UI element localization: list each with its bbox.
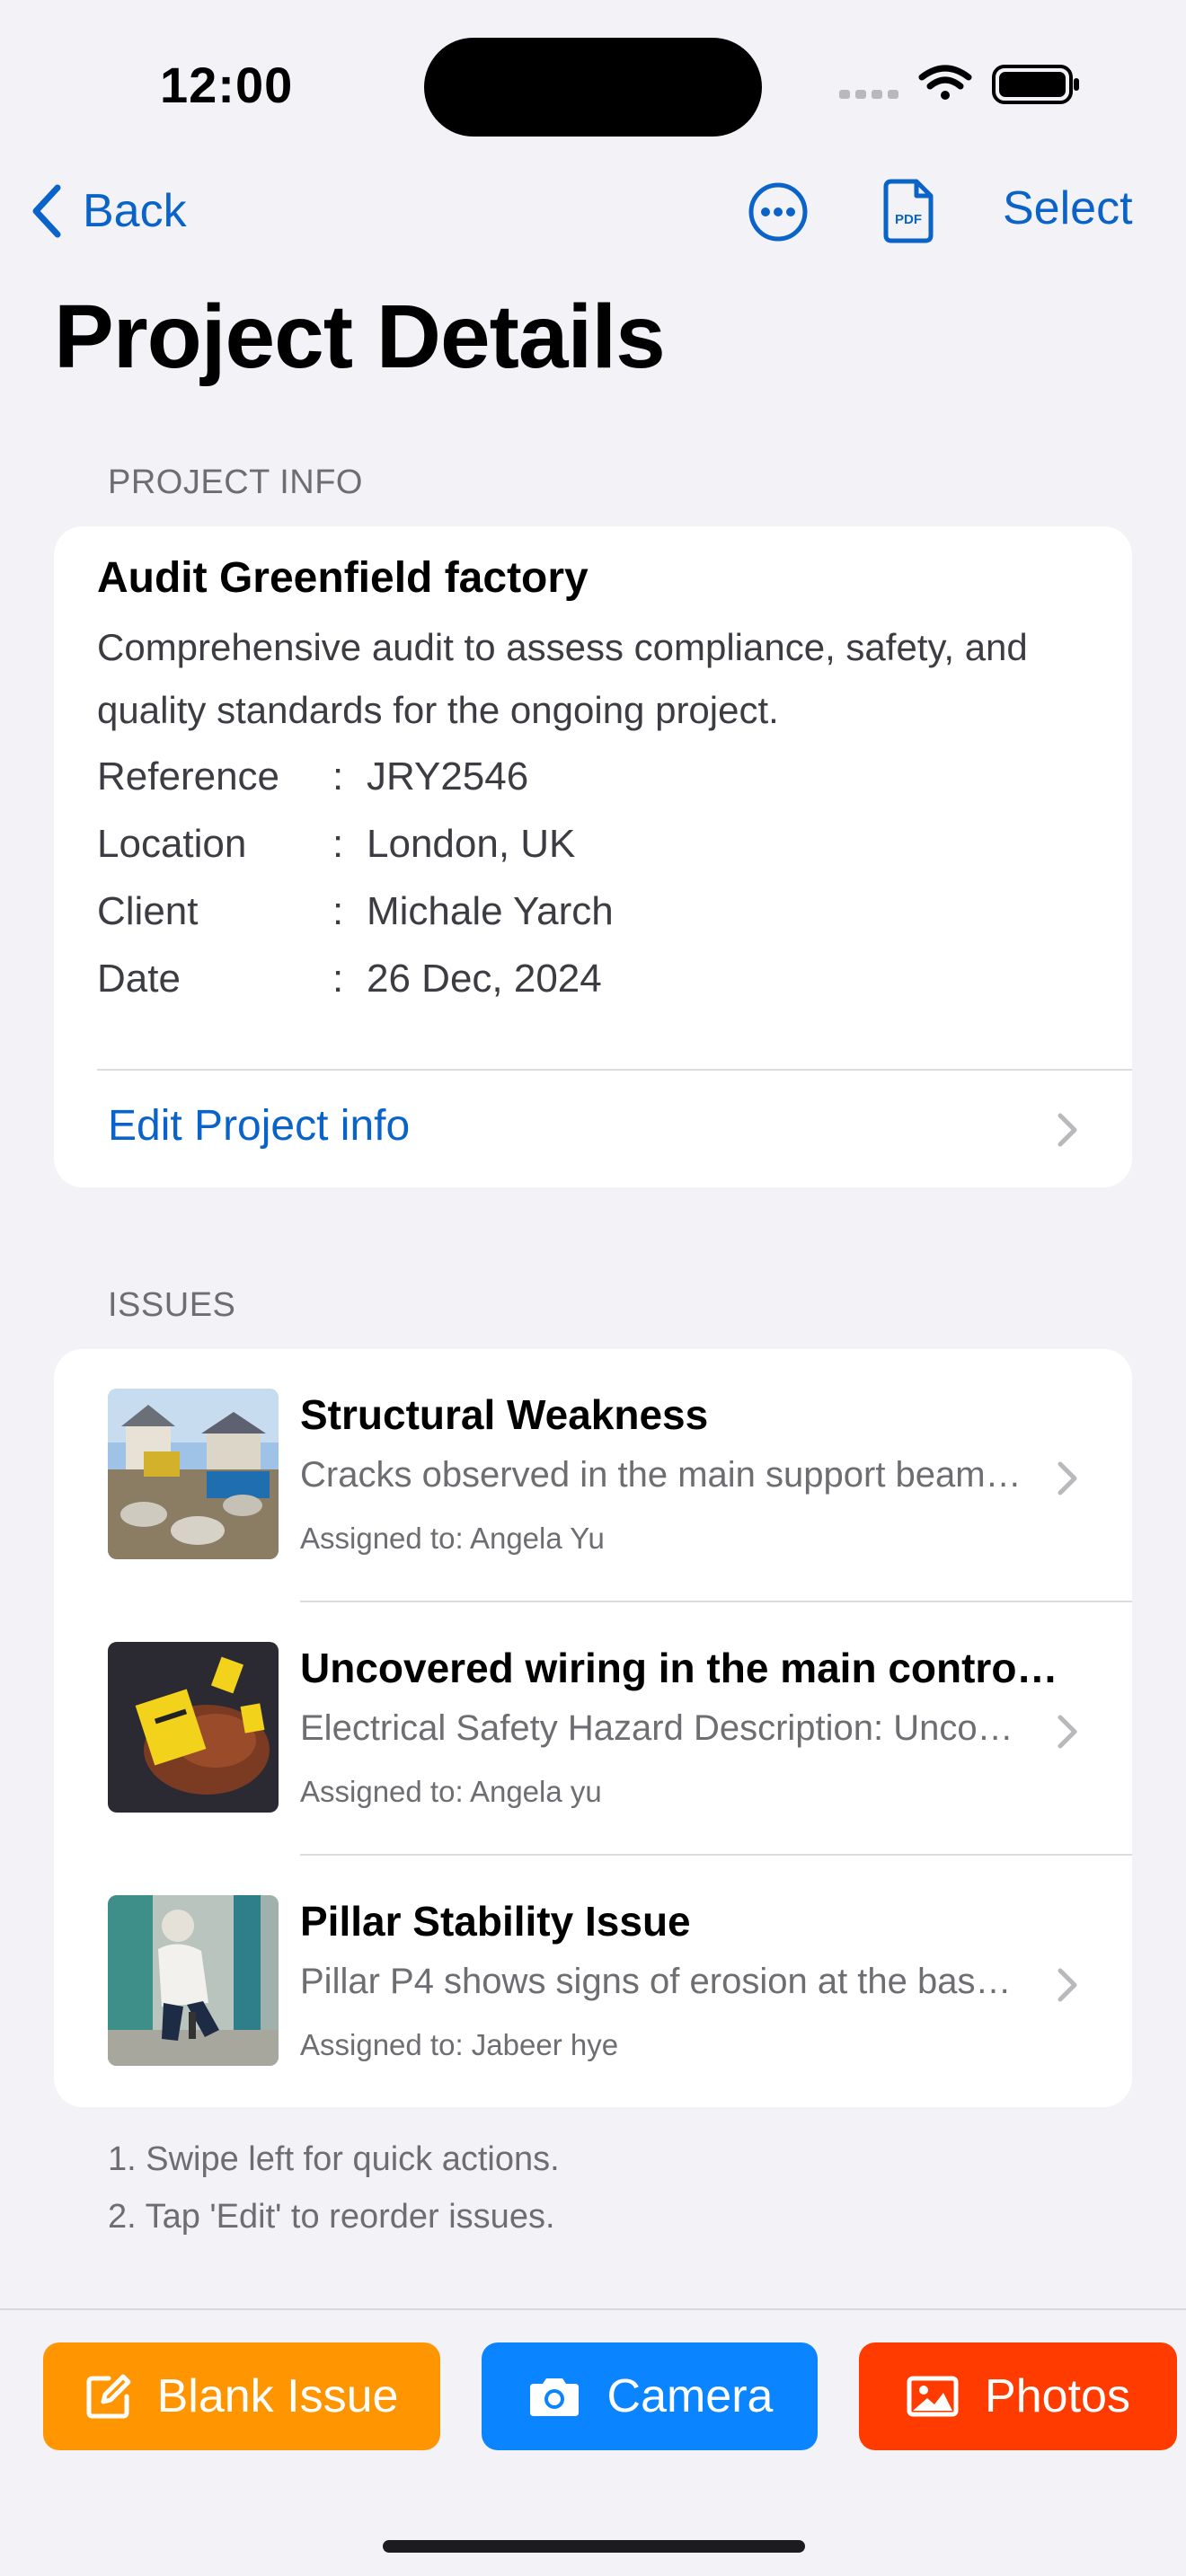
home-indicator: [383, 2540, 805, 2553]
pdf-icon: PDF: [883, 179, 934, 243]
issue-title: Structural Weakness: [300, 1391, 709, 1438]
issue-title: Pillar Stability Issue: [300, 1898, 691, 1945]
photo-icon: [907, 2376, 959, 2417]
field-separator: :: [332, 754, 344, 798]
issue-assignee: Assigned to: Angela Yu: [300, 1522, 605, 1555]
field-label: Location: [97, 822, 247, 866]
chevron-right-icon: [1058, 1113, 1077, 1147]
camera-button[interactable]: Camera: [482, 2342, 818, 2450]
field-label: Client: [97, 889, 199, 933]
field-date: Date : 26 Dec, 2024: [97, 957, 614, 1024]
issue-row[interactable]: Uncovered wiring in the main contro… Ele…: [54, 1602, 1132, 1856]
select-button[interactable]: Select: [1003, 181, 1133, 235]
chevron-right-icon: [1058, 1461, 1077, 1495]
electrical-tag-photo: [108, 1642, 279, 1813]
issue-assignee: Assigned to: Jabeer hye: [300, 2028, 619, 2061]
issues-header: ISSUES: [108, 1286, 236, 1324]
field-separator: :: [332, 957, 344, 1001]
issues-card: Structural Weakness Cracks observed in t…: [54, 1349, 1132, 2107]
field-label: Reference: [97, 754, 280, 798]
issue-title: Uncovered wiring in the main contro…: [300, 1645, 1058, 1691]
photos-label: Photos: [985, 2370, 1130, 2422]
field-value: Michale Yarch: [367, 889, 614, 933]
field-separator: :: [332, 822, 344, 866]
pdf-icon-label: PDF: [895, 212, 922, 227]
field-location: Location : London, UK: [97, 822, 614, 889]
back-button[interactable]: Back: [31, 180, 187, 243]
hint-reorder: 2. Tap 'Edit' to reorder issues.: [108, 2198, 555, 2236]
field-value: JRY2546: [367, 754, 529, 798]
status-bar: 12:00: [0, 0, 1186, 162]
chevron-right-icon: [1058, 1715, 1077, 1749]
field-label: Date: [97, 957, 181, 1001]
camera-label: Camera: [606, 2370, 774, 2422]
pillar-inspection-photo: [108, 1895, 279, 2066]
project-info-header: PROJECT INFO: [108, 463, 363, 501]
chevron-left-icon: [32, 184, 61, 238]
edit-project-info-row[interactable]: Edit Project info: [54, 1071, 1132, 1187]
edit-project-info-label: Edit Project info: [108, 1102, 411, 1150]
project-title: Audit Greenfield factory: [97, 554, 589, 602]
blank-issue-label: Blank Issue: [156, 2370, 399, 2422]
pdf-export-button[interactable]: PDF: [881, 178, 936, 244]
photos-button[interactable]: Photos: [859, 2342, 1177, 2450]
compose-icon: [86, 2374, 131, 2419]
issue-description: Pillar P4 shows signs of erosion at the …: [300, 1962, 1012, 2001]
construction-site-photo: [108, 1389, 279, 1559]
issue-description: Electrical Safety Hazard Description: Un…: [300, 1708, 1013, 1748]
back-label: Back: [83, 185, 187, 237]
project-info-card: Audit Greenfield factory Comprehensive a…: [54, 526, 1132, 1187]
project-fields: Reference : JRY2546 Location : London, U…: [97, 754, 614, 1024]
battery-icon: [992, 65, 1079, 104]
more-icon: [748, 182, 808, 242]
wifi-icon: [918, 65, 972, 100]
blank-issue-button[interactable]: Blank Issue: [43, 2342, 440, 2450]
field-value: London, UK: [367, 822, 576, 866]
project-description: Comprehensive audit to assess compliance…: [97, 626, 1028, 731]
status-time: 12:00: [160, 57, 294, 113]
more-button[interactable]: [748, 181, 809, 243]
hints: 1. Swipe left for quick actions. 2. Tap …: [108, 2130, 560, 2245]
issue-assignee: Assigned to: Angela yu: [300, 1775, 602, 1808]
field-reference: Reference : JRY2546: [97, 754, 614, 822]
dynamic-island: [424, 38, 762, 137]
issue-description: Cracks observed in the main support beam…: [300, 1455, 1022, 1495]
signal-icon: [839, 90, 898, 99]
hint-swipe: 1. Swipe left for quick actions.: [108, 2140, 560, 2178]
issue-row[interactable]: Pillar Stability Issue Pillar P4 shows s…: [54, 1856, 1132, 2109]
page-title: Project Details: [54, 287, 666, 387]
camera-icon: [529, 2378, 579, 2416]
field-client: Client : Michale Yarch: [97, 889, 614, 957]
issue-row[interactable]: Structural Weakness Cracks observed in t…: [54, 1349, 1132, 1602]
status-icons: [839, 63, 1082, 108]
chevron-right-icon: [1058, 1968, 1077, 2002]
field-value: 26 Dec, 2024: [367, 957, 602, 1001]
field-separator: :: [332, 889, 344, 933]
